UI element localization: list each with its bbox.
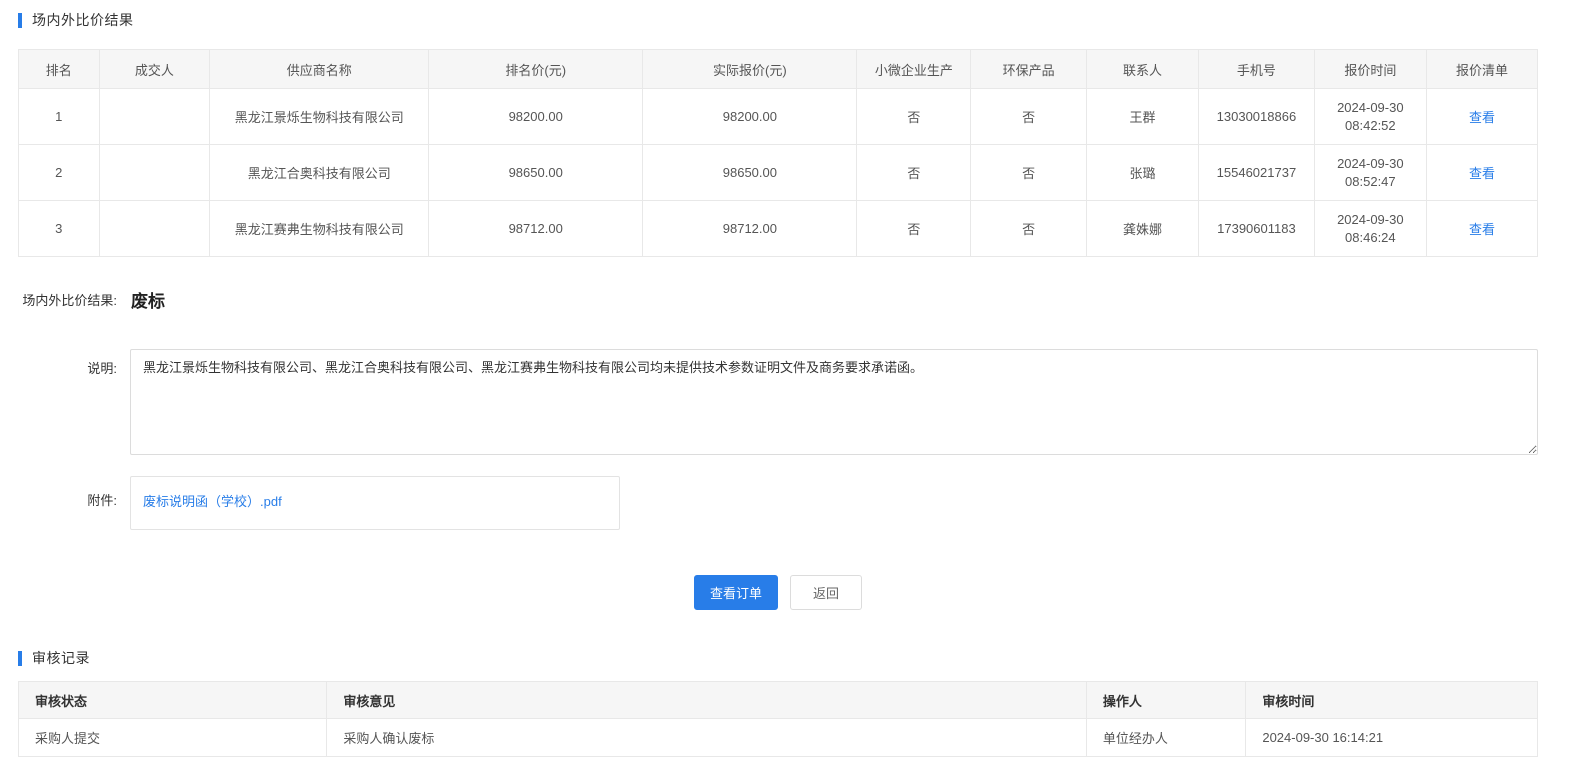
cell-rank-price: 98650.00 bbox=[429, 145, 643, 201]
explanation-textarea[interactable]: 黑龙江景烁生物科技有限公司、黑龙江合奥科技有限公司、黑龙江赛弗生物科技有限公司均… bbox=[130, 349, 1538, 455]
col-header-rank: 排名 bbox=[19, 50, 100, 89]
action-button-row: 查看订单 返回 bbox=[18, 575, 1538, 610]
attachment-file-link[interactable]: 废标说明函（学校）.pdf bbox=[143, 494, 282, 509]
section-title-text: 场内外比价结果 bbox=[32, 10, 134, 30]
explanation-row: 说明: 黑龙江景烁生物科技有限公司、黑龙江合奥科技有限公司、黑龙江赛弗生物科技有… bbox=[18, 349, 1538, 455]
comparison-table: 排名 成交人 供应商名称 排名价(元) 实际报价(元) 小微企业生产 环保产品 … bbox=[18, 49, 1538, 257]
cell-winner bbox=[99, 89, 210, 145]
col-header-audit-opinion: 审核意见 bbox=[327, 682, 1087, 719]
cell-phone: 15546021737 bbox=[1199, 145, 1314, 201]
cell-eco-product: 否 bbox=[971, 145, 1086, 201]
view-order-button[interactable]: 查看订单 bbox=[694, 575, 778, 610]
col-header-rank-price: 排名价(元) bbox=[429, 50, 643, 89]
cell-quote-list: 查看 bbox=[1427, 201, 1538, 257]
table-row: 2 黑龙江合奥科技有限公司 98650.00 98650.00 否 否 张璐 1… bbox=[19, 145, 1538, 201]
view-quote-link[interactable]: 查看 bbox=[1469, 222, 1495, 237]
result-label: 场内外比价结果: bbox=[18, 290, 117, 309]
cell-audit-status: 采购人提交 bbox=[19, 719, 327, 757]
cell-eco-product: 否 bbox=[971, 201, 1086, 257]
cell-quote-time: 2024-09-30 08:52:47 bbox=[1314, 145, 1426, 201]
comparison-table-header-row: 排名 成交人 供应商名称 排名价(元) 实际报价(元) 小微企业生产 环保产品 … bbox=[19, 50, 1538, 89]
comparison-result-row: 场内外比价结果: 废标 bbox=[18, 287, 1538, 312]
col-header-small-micro: 小微企业生产 bbox=[857, 50, 971, 89]
cell-audit-opinion: 采购人确认废标 bbox=[327, 719, 1087, 757]
quote-date: 2024-09-30 bbox=[1319, 99, 1422, 117]
cell-rank: 1 bbox=[19, 89, 100, 145]
cell-supplier: 黑龙江景烁生物科技有限公司 bbox=[210, 89, 429, 145]
col-header-operator: 操作人 bbox=[1086, 682, 1245, 719]
cell-rank: 2 bbox=[19, 145, 100, 201]
explanation-label: 说明: bbox=[18, 349, 117, 377]
cell-actual-price: 98712.00 bbox=[643, 201, 857, 257]
section-accent-bar bbox=[18, 651, 22, 666]
section-accent-bar bbox=[18, 13, 22, 28]
cell-supplier: 黑龙江赛弗生物科技有限公司 bbox=[210, 201, 429, 257]
audit-table: 审核状态 审核意见 操作人 审核时间 采购人提交 采购人确认废标 单位经办人 2… bbox=[18, 681, 1538, 757]
cell-quote-time: 2024-09-30 08:42:52 bbox=[1314, 89, 1426, 145]
table-row: 3 黑龙江赛弗生物科技有限公司 98712.00 98712.00 否 否 龚姝… bbox=[19, 201, 1538, 257]
audit-table-header-row: 审核状态 审核意见 操作人 审核时间 bbox=[19, 682, 1538, 719]
cell-rank: 3 bbox=[19, 201, 100, 257]
quote-clock: 08:42:52 bbox=[1319, 117, 1422, 135]
col-header-actual-price: 实际报价(元) bbox=[643, 50, 857, 89]
page: 场内外比价结果 排名 成交人 供应商名称 排名价(元) 实际报价(元) 小微企业… bbox=[0, 0, 1589, 757]
cell-contact: 张璐 bbox=[1086, 145, 1198, 201]
cell-rank-price: 98200.00 bbox=[429, 89, 643, 145]
col-header-winner: 成交人 bbox=[99, 50, 210, 89]
cell-contact: 王群 bbox=[1086, 89, 1198, 145]
col-header-quote-time: 报价时间 bbox=[1314, 50, 1426, 89]
attachment-box: 废标说明函（学校）.pdf bbox=[130, 476, 620, 530]
cell-small-micro: 否 bbox=[857, 89, 971, 145]
col-header-contact: 联系人 bbox=[1086, 50, 1198, 89]
cell-phone: 17390601183 bbox=[1199, 201, 1314, 257]
cell-winner bbox=[99, 201, 210, 257]
table-row: 采购人提交 采购人确认废标 单位经办人 2024-09-30 16:14:21 bbox=[19, 719, 1538, 757]
quote-date: 2024-09-30 bbox=[1319, 155, 1422, 173]
cell-quote-list: 查看 bbox=[1427, 89, 1538, 145]
cell-quote-time: 2024-09-30 08:46:24 bbox=[1314, 201, 1426, 257]
cell-quote-list: 查看 bbox=[1427, 145, 1538, 201]
col-header-phone: 手机号 bbox=[1199, 50, 1314, 89]
cell-actual-price: 98650.00 bbox=[643, 145, 857, 201]
cell-operator: 单位经办人 bbox=[1086, 719, 1245, 757]
cell-contact: 龚姝娜 bbox=[1086, 201, 1198, 257]
table-row: 1 黑龙江景烁生物科技有限公司 98200.00 98200.00 否 否 王群… bbox=[19, 89, 1538, 145]
cell-eco-product: 否 bbox=[971, 89, 1086, 145]
quote-date: 2024-09-30 bbox=[1319, 211, 1422, 229]
cell-audit-time: 2024-09-30 16:14:21 bbox=[1246, 719, 1538, 757]
view-quote-link[interactable]: 查看 bbox=[1469, 166, 1495, 181]
attachment-label: 附件: bbox=[18, 476, 117, 509]
section-title-text: 审核记录 bbox=[32, 648, 90, 668]
quote-clock: 08:46:24 bbox=[1319, 229, 1422, 247]
col-header-eco-product: 环保产品 bbox=[971, 50, 1086, 89]
col-header-audit-time: 审核时间 bbox=[1246, 682, 1538, 719]
cell-supplier: 黑龙江合奥科技有限公司 bbox=[210, 145, 429, 201]
cell-small-micro: 否 bbox=[857, 145, 971, 201]
view-quote-link[interactable]: 查看 bbox=[1469, 110, 1495, 125]
cell-winner bbox=[99, 145, 210, 201]
cell-rank-price: 98712.00 bbox=[429, 201, 643, 257]
cell-phone: 13030018866 bbox=[1199, 89, 1314, 145]
col-header-quote-list: 报价清单 bbox=[1427, 50, 1538, 89]
attachment-row: 附件: 废标说明函（学校）.pdf bbox=[18, 476, 1538, 530]
col-header-supplier: 供应商名称 bbox=[210, 50, 429, 89]
cell-small-micro: 否 bbox=[857, 201, 971, 257]
result-value: 废标 bbox=[131, 287, 165, 312]
col-header-audit-status: 审核状态 bbox=[19, 682, 327, 719]
audit-section-title: 审核记录 bbox=[18, 648, 1538, 668]
comparison-section-title: 场内外比价结果 bbox=[18, 10, 1538, 30]
quote-clock: 08:52:47 bbox=[1319, 173, 1422, 191]
back-button[interactable]: 返回 bbox=[790, 575, 862, 610]
cell-actual-price: 98200.00 bbox=[643, 89, 857, 145]
